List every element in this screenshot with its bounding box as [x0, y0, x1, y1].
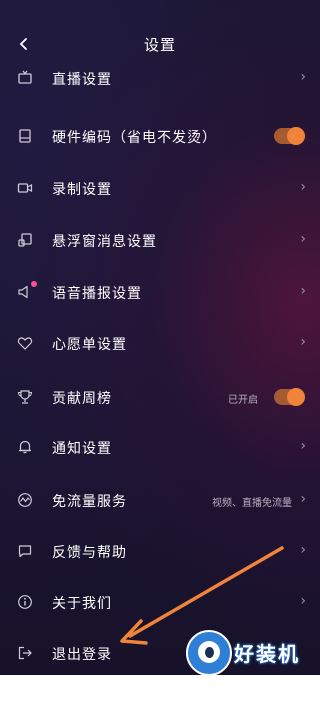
- chevron-right-icon: ›: [300, 438, 306, 454]
- header: 设置: [0, 30, 320, 60]
- heart-icon: [16, 334, 34, 352]
- settings-screen: 设置 直播设置 › 硬件编码（省电不发烫） 录制设置 › 悬浮窗消息设置 › 语…: [0, 0, 320, 675]
- chevron-right-icon: ›: [300, 231, 306, 247]
- watermark-text: 好装机: [234, 642, 300, 666]
- settings-item-label: 硬件编码（省电不发烫）: [52, 130, 217, 146]
- settings-item-label: 贡献周榜: [52, 391, 112, 407]
- settings-item-label: 悬浮窗消息设置: [52, 234, 157, 250]
- settings-item-weekly-contribution: 贡献周榜 已开启: [0, 378, 320, 418]
- settings-item-label: 直播设置: [52, 72, 112, 88]
- logout-icon: [16, 644, 34, 662]
- chevron-right-icon: ›: [300, 69, 306, 85]
- info-icon: [16, 593, 34, 611]
- chevron-right-icon: ›: [300, 334, 306, 350]
- chevron-right-icon: ›: [300, 491, 306, 507]
- weekly-rank-toggle[interactable]: [274, 388, 305, 406]
- settings-item-label: 心愿单设置: [52, 337, 127, 353]
- settings-item-label: 反馈与帮助: [52, 545, 127, 561]
- watermark-logo: 好装机: [186, 630, 316, 675]
- settings-item-hardware-encoding: 硬件编码（省电不发烫）: [0, 117, 320, 157]
- settings-item-label: 通知设置: [52, 441, 112, 457]
- settings-item-label: 关于我们: [52, 596, 112, 612]
- tv-icon: [16, 69, 34, 87]
- chevron-right-icon: ›: [300, 179, 306, 195]
- settings-item-notifications[interactable]: 通知设置 ›: [0, 428, 320, 468]
- logout-label: 退出登录: [52, 647, 112, 663]
- toggle-knob: [287, 388, 305, 406]
- hardware-encoding-toggle[interactable]: [274, 127, 305, 145]
- device-icon: [16, 127, 34, 145]
- bell-icon: [16, 438, 34, 456]
- free-data-hint: 视频、直播免流量: [212, 498, 292, 509]
- settings-item-live[interactable]: 直播设置 ›: [0, 59, 320, 99]
- settings-item-record[interactable]: 录制设置 ›: [0, 169, 320, 209]
- settings-item-free-data[interactable]: 免流量服务 视频、直播免流量 ›: [0, 481, 320, 521]
- page-title: 设置: [143, 36, 176, 54]
- chevron-right-icon: ›: [300, 542, 306, 558]
- video-camera-icon: [16, 179, 34, 197]
- floating-window-icon: [16, 231, 34, 249]
- eye-logo-icon: [186, 630, 232, 675]
- settings-item-about[interactable]: 关于我们 ›: [0, 583, 320, 623]
- settings-item-voice-broadcast[interactable]: 语音播报设置 ›: [0, 273, 320, 313]
- settings-item-label: 免流量服务: [52, 494, 127, 510]
- settings-item-label: 语音播报设置: [52, 286, 142, 302]
- status-text: 已开启: [228, 395, 258, 406]
- chevron-right-icon: ›: [300, 593, 306, 609]
- trophy-icon: [16, 388, 34, 406]
- toggle-knob: [287, 127, 305, 145]
- chat-bubble-icon: [16, 542, 34, 560]
- chevron-right-icon: ›: [300, 283, 306, 299]
- bottom-bar: [0, 675, 320, 711]
- settings-item-label: 录制设置: [52, 182, 112, 198]
- settings-item-floating-window[interactable]: 悬浮窗消息设置 ›: [0, 221, 320, 261]
- settings-item-wishlist[interactable]: 心愿单设置 ›: [0, 324, 320, 364]
- wave-icon: [16, 491, 34, 509]
- settings-item-feedback[interactable]: 反馈与帮助 ›: [0, 532, 320, 572]
- notification-dot: [31, 281, 37, 287]
